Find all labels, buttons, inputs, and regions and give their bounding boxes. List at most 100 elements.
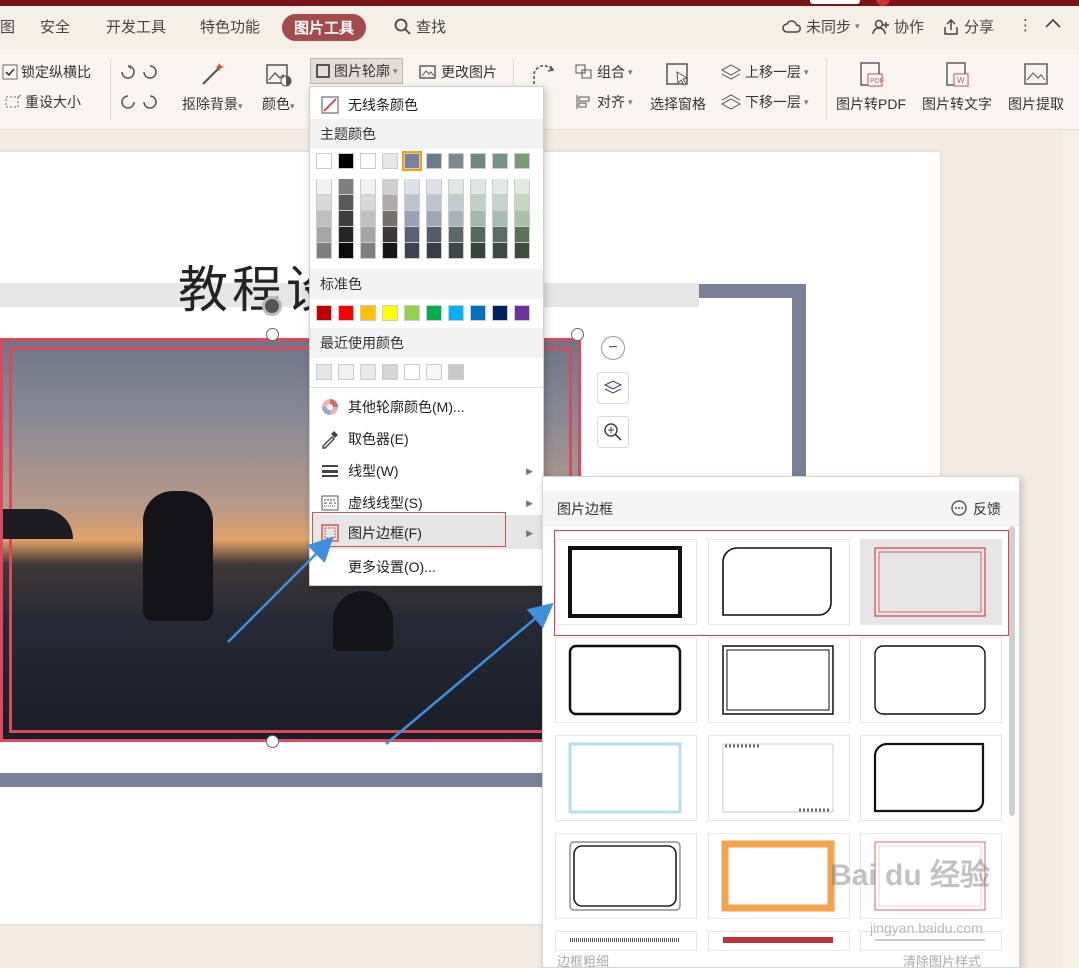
color-swatch[interactable]	[492, 227, 508, 243]
color-swatch[interactable]	[426, 153, 442, 169]
border-style-thumb[interactable]	[708, 637, 850, 723]
color-swatch[interactable]	[360, 211, 376, 227]
more-outline-colors-item[interactable]: 其他轮廓颜色(M)...	[310, 393, 543, 421]
color-swatch[interactable]	[448, 153, 464, 169]
color-swatch[interactable]	[382, 227, 398, 243]
color-swatch[interactable]	[338, 227, 354, 243]
color-swatch[interactable]	[426, 195, 442, 211]
color-swatch[interactable]	[338, 195, 354, 211]
color-swatch[interactable]	[360, 195, 376, 211]
layers-icon[interactable]	[597, 372, 629, 404]
color-swatch[interactable]	[470, 211, 486, 227]
remove-background-button[interactable]: 抠除背景▾	[182, 60, 243, 114]
border-weight-label[interactable]: 边框粗细	[557, 951, 609, 968]
color-swatch[interactable]	[382, 364, 398, 380]
color-swatch[interactable]	[426, 243, 442, 259]
color-swatch[interactable]	[404, 243, 420, 259]
feedback-button[interactable]: 反馈	[950, 499, 1001, 519]
border-style-thumb[interactable]	[708, 735, 850, 821]
color-swatch[interactable]	[492, 179, 508, 195]
collapse-ribbon-icon[interactable]	[1044, 14, 1062, 32]
border-style-thumb[interactable]	[555, 637, 697, 723]
color-swatch[interactable]	[338, 179, 354, 195]
color-swatch[interactable]	[316, 305, 332, 321]
color-swatch[interactable]	[382, 153, 398, 169]
extract-button[interactable]: 图片提取	[1008, 60, 1064, 114]
color-swatch[interactable]	[514, 153, 530, 169]
color-swatch[interactable]	[360, 179, 376, 195]
zoom-in-icon[interactable]	[597, 416, 629, 448]
reset-size-button[interactable]: 重设大小	[4, 92, 81, 112]
rotate-handle[interactable]	[262, 296, 282, 316]
picture-outline-button[interactable]: 图片轮廓 ▾	[310, 58, 403, 84]
color-swatch[interactable]	[316, 211, 332, 227]
color-swatch[interactable]	[426, 227, 442, 243]
align-button[interactable]: 对齐 ▾	[574, 92, 633, 112]
color-swatch[interactable]	[492, 243, 508, 259]
color-swatch[interactable]	[338, 305, 354, 321]
more-settings-item[interactable]: 更多设置(O)...	[310, 553, 543, 581]
tab-special[interactable]: 特色功能	[200, 16, 260, 37]
color-swatch[interactable]	[338, 211, 354, 227]
color-swatch[interactable]	[382, 305, 398, 321]
color-swatch[interactable]	[360, 227, 376, 243]
color-swatch[interactable]	[382, 243, 398, 259]
border-style-thumb[interactable]	[708, 833, 850, 919]
no-line-color-item[interactable]: 无线条颜色	[310, 91, 543, 119]
tab-devtools[interactable]: 开发工具	[106, 16, 166, 37]
eyedropper-item[interactable]: 取色器(E)	[310, 425, 543, 453]
color-swatch[interactable]	[492, 153, 508, 169]
color-swatch[interactable]	[426, 211, 442, 227]
color-swatch[interactable]	[448, 305, 464, 321]
border-style-thumb[interactable]	[555, 931, 697, 951]
color-swatch[interactable]	[402, 151, 422, 171]
share-button[interactable]: 分享	[942, 16, 994, 37]
border-style-thumb[interactable]	[860, 735, 1002, 821]
color-swatch[interactable]	[514, 243, 530, 259]
border-style-thumb[interactable]	[555, 833, 697, 919]
color-swatch[interactable]	[426, 179, 442, 195]
send-backward-button[interactable]: 下移一层 ▾	[720, 92, 809, 112]
color-swatch[interactable]	[316, 364, 332, 380]
color-swatch[interactable]	[338, 364, 354, 380]
color-swatch[interactable]	[382, 179, 398, 195]
canvas-scrollbar[interactable]	[1062, 131, 1079, 968]
color-swatch[interactable]	[448, 195, 464, 211]
color-swatch[interactable]	[316, 227, 332, 243]
rotate-left-icon[interactable]: +	[118, 62, 160, 82]
border-style-thumb[interactable]	[708, 931, 850, 951]
color-swatch[interactable]	[404, 227, 420, 243]
color-swatch[interactable]	[338, 243, 354, 259]
color-swatch[interactable]	[360, 364, 376, 380]
color-swatch[interactable]	[470, 179, 486, 195]
color-swatch[interactable]	[448, 243, 464, 259]
to-text-button[interactable]: W 图片转文字	[922, 60, 992, 114]
color-swatch[interactable]	[316, 179, 332, 195]
color-swatch[interactable]	[492, 195, 508, 211]
color-swatch[interactable]	[470, 243, 486, 259]
resize-handle[interactable]	[266, 328, 279, 341]
color-swatch[interactable]	[316, 243, 332, 259]
color-swatch[interactable]	[470, 195, 486, 211]
bring-forward-button[interactable]: 上移一层 ▾	[720, 62, 809, 82]
to-pdf-button[interactable]: PDF 图片转PDF	[836, 60, 906, 114]
group-button[interactable]: 组合 ▾	[574, 62, 633, 82]
color-swatch[interactable]	[426, 364, 442, 380]
color-swatch[interactable]	[338, 153, 354, 169]
line-style-item[interactable]: 线型(W) ▶	[310, 457, 543, 485]
color-swatch[interactable]	[514, 179, 530, 195]
more-icon[interactable]: ⋮	[1018, 16, 1033, 34]
color-swatch[interactable]	[514, 195, 530, 211]
color-swatch[interactable]	[316, 195, 332, 211]
color-swatch[interactable]	[492, 211, 508, 227]
sync-status[interactable]: 未同步 ▾	[782, 16, 860, 37]
resize-handle[interactable]	[266, 735, 279, 748]
color-swatch[interactable]	[448, 364, 464, 380]
color-swatch[interactable]	[448, 227, 464, 243]
lock-ratio-checkbox[interactable]: 锁定纵横比	[2, 62, 91, 82]
color-swatch[interactable]	[360, 153, 376, 169]
panel-scrollbar[interactable]	[1009, 526, 1015, 816]
color-swatch[interactable]	[404, 179, 420, 195]
resize-handle[interactable]	[571, 328, 584, 341]
color-swatch[interactable]	[426, 305, 442, 321]
